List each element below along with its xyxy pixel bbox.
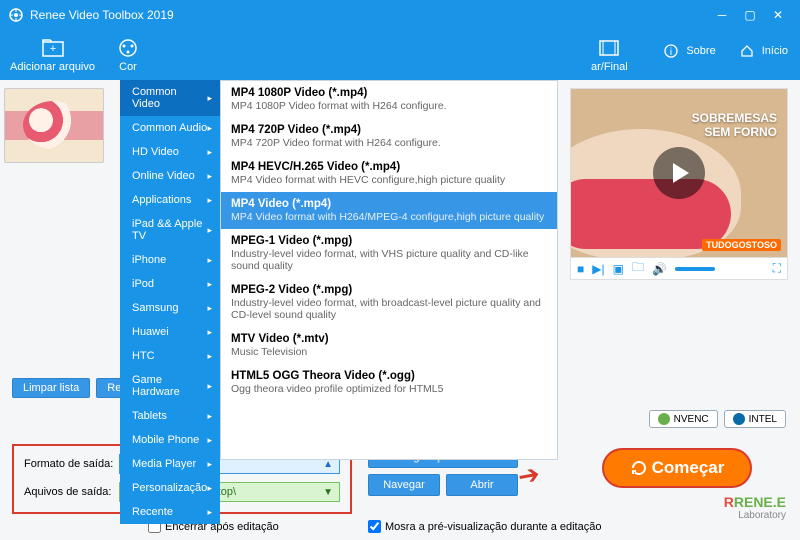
color-label: Cor	[119, 61, 137, 73]
format-item[interactable]: MP4 Video (*.mp4)MP4 Video format with H…	[221, 192, 557, 229]
about-label: Sobre	[686, 45, 715, 57]
format-item[interactable]: MP4 720P Video (*.mp4)MP4 720P Video for…	[221, 118, 557, 155]
show-preview-row[interactable]: Mosra a pré-visualização durante a edita…	[368, 520, 601, 533]
category-item[interactable]: Samsung▸	[120, 296, 220, 320]
home-icon	[736, 40, 758, 62]
titlebar: Renee Video Toolbox 2019 ─ ▢ ✕	[0, 0, 800, 30]
open-folder-icon[interactable]: 🗀	[632, 258, 644, 279]
category-item[interactable]: HTC▸	[120, 344, 220, 368]
film-icon	[598, 37, 620, 59]
format-item[interactable]: MP4 HEVC/H.265 Video (*.mp4)MP4 Video fo…	[221, 155, 557, 192]
chevron-up-icon: ▲	[323, 459, 333, 470]
category-item[interactable]: Common Audio▸	[120, 116, 220, 140]
fullscreen-icon[interactable]: ⛶	[773, 261, 781, 276]
preview-overlay-text: SOBREMESASSEM FORNO	[692, 111, 777, 139]
category-item[interactable]: iPhone▸	[120, 248, 220, 272]
preview-controls: ■ ▶| ▣ 🗀 🔊 ⛶	[570, 258, 788, 280]
info-icon: i	[660, 40, 682, 62]
refresh-icon	[630, 459, 648, 477]
play-button[interactable]	[653, 147, 705, 199]
add-file-label: Adicionar arquivo	[10, 61, 95, 73]
category-item[interactable]: Media Player▸	[120, 452, 220, 476]
open-button[interactable]: Abrir	[446, 474, 518, 496]
volume-icon[interactable]: 🔊	[652, 262, 667, 276]
format-item[interactable]: MPEG-2 Video (*.mpg)Industry-level video…	[221, 278, 557, 327]
intel-badge: INTEL	[724, 410, 786, 428]
preview-panel: SOBREMESASSEM FORNO TUDOGOSTOSO ■ ▶| ▣ 🗀…	[570, 88, 788, 280]
home-button[interactable]: Início	[736, 40, 788, 62]
category-item[interactable]: Tablets▸	[120, 404, 220, 428]
svg-text:+: +	[49, 43, 55, 55]
category-item[interactable]: Common Video▸	[120, 80, 220, 116]
apr-final-button[interactable]: ar/Final	[591, 37, 628, 73]
nvenc-badge: NVENC	[649, 410, 718, 428]
volume-slider[interactable]	[675, 267, 715, 271]
format-item[interactable]: MTV Video (*.mtv)Music Television	[221, 327, 557, 364]
app-logo-icon	[8, 7, 24, 23]
maximize-button[interactable]: ▢	[736, 5, 764, 25]
svg-text:i: i	[670, 47, 672, 58]
preview-video[interactable]: SOBREMESASSEM FORNO TUDOGOSTOSO	[570, 88, 788, 258]
category-item[interactable]: iPod▸	[120, 272, 220, 296]
add-file-icon: +	[42, 37, 64, 59]
category-item[interactable]: iPad && Apple TV▸	[120, 212, 220, 248]
category-item[interactable]: HD Video▸	[120, 140, 220, 164]
chevron-down-icon: ▼	[323, 487, 333, 498]
category-item[interactable]: Personalização▸	[120, 476, 220, 500]
start-button[interactable]: Começar	[602, 448, 752, 488]
category-item[interactable]: Applications▸	[120, 188, 220, 212]
category-item[interactable]: Online Video▸	[120, 164, 220, 188]
app-title: Renee Video Toolbox 2019	[30, 8, 174, 22]
color-button[interactable]: Cor	[117, 37, 139, 73]
main-toolbar: + Adicionar arquivo Cor ar/Final i Sobre…	[0, 30, 800, 80]
output-path-label: Aquivos de saída:	[24, 486, 119, 498]
about-button[interactable]: i Sobre	[660, 40, 715, 62]
category-item[interactable]: Mobile Phone▸	[120, 428, 220, 452]
arrow-annotation-icon: ➔	[515, 458, 542, 492]
home-label: Início	[762, 45, 788, 57]
format-item[interactable]: MPEG-1 Video (*.mpg)Industry-level video…	[221, 229, 557, 278]
clear-list-button[interactable]: Limpar lista	[12, 378, 90, 398]
category-item[interactable]: Game Hardware▸	[120, 368, 220, 404]
show-preview-checkbox[interactable]	[368, 520, 381, 533]
snapshot-icon[interactable]: ▣	[613, 262, 624, 276]
preview-watermark: TUDOGOSTOSO	[702, 239, 781, 251]
minimize-button[interactable]: ─	[708, 5, 736, 25]
add-file-button[interactable]: + Adicionar arquivo	[10, 37, 95, 73]
format-list[interactable]: MP4 1080P Video (*.mp4)MP4 1080P Video f…	[220, 80, 558, 460]
close-button[interactable]: ✕	[764, 5, 792, 25]
apr-final-label: ar/Final	[591, 61, 628, 73]
palette-icon	[117, 37, 139, 59]
brand-logo: RRENE.E Laboratory	[724, 494, 786, 521]
format-item[interactable]: MP4 1080P Video (*.mp4)MP4 1080P Video f…	[221, 81, 557, 118]
category-item[interactable]: Huawei▸	[120, 320, 220, 344]
output-format-label: Formato de saída:	[24, 458, 119, 470]
video-thumbnail[interactable]	[4, 88, 104, 163]
browse-button[interactable]: Navegar	[368, 474, 440, 496]
format-item[interactable]: HTML5 OGG Theora Video (*.ogg)Ogg theora…	[221, 364, 557, 401]
next-icon[interactable]: ▶|	[592, 262, 604, 276]
stop-icon[interactable]: ■	[577, 262, 584, 276]
format-category-menu: Common Video▸Common Audio▸HD Video▸Onlin…	[120, 80, 220, 524]
category-item[interactable]: Recente▸	[120, 500, 220, 524]
